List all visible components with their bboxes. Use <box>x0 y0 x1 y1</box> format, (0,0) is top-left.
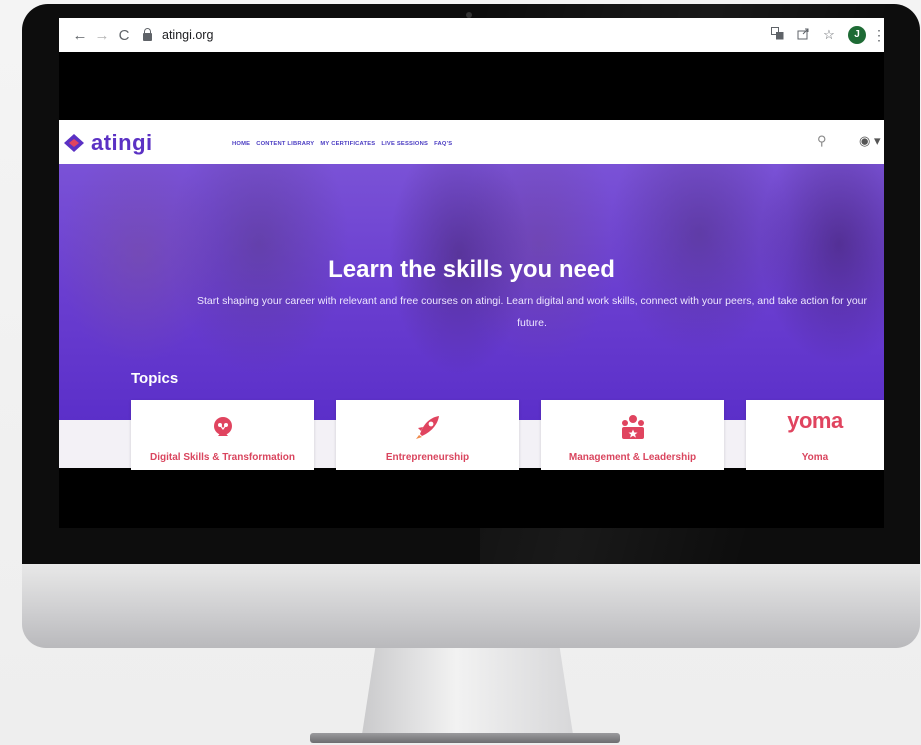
address-bar[interactable]: atingi.org <box>143 23 213 47</box>
topic-card-entrepreneurship[interactable]: Entrepreneurship <box>336 400 519 470</box>
nav-home[interactable]: HOME <box>232 141 250 147</box>
monitor-chin <box>22 564 920 648</box>
team-icon <box>541 414 724 445</box>
topics-heading: Topics <box>131 370 179 387</box>
monitor-stand-base <box>310 733 620 743</box>
monitor-stand <box>361 648 574 736</box>
screen-black-bottom <box>59 470 884 528</box>
rocket-icon <box>336 414 519 445</box>
site-nav: HOME CONTENT LIBRARY MY CERTIFICATES LIV… <box>232 141 452 147</box>
url-text: atingi.org <box>162 28 214 42</box>
forward-arrow-icon[interactable]: → <box>91 27 113 44</box>
monitor-screen: ← → C atingi.org ☆ J ⋮ atingi HOME CONTE… <box>59 18 884 528</box>
topic-card-digital-skills[interactable]: Digital Skills & Transformation <box>131 400 314 470</box>
bookmark-star-icon[interactable]: ☆ <box>816 27 842 43</box>
topic-card-label: Entrepreneurship <box>385 452 470 463</box>
nav-faqs[interactable]: FAQ'S <box>434 141 452 147</box>
search-icon[interactable]: ⚲ <box>817 133 827 149</box>
share-icon[interactable] <box>790 27 816 43</box>
browser-toolbar: ← → C atingi.org ☆ J ⋮ <box>59 18 884 52</box>
topic-card-label: Yoma <box>801 452 829 463</box>
logo-text: atingi <box>91 130 153 155</box>
profile-avatar[interactable]: J <box>848 26 866 44</box>
nav-live-sessions[interactable]: LIVE SESSIONS <box>381 141 428 147</box>
topic-card-management[interactable]: Management & Leadership <box>541 400 724 470</box>
translate-icon[interactable] <box>764 27 790 43</box>
language-globe-icon[interactable]: ◉ ▾ <box>859 133 880 149</box>
site-header: atingi HOME CONTENT LIBRARY MY CERTIFICA… <box>59 120 884 164</box>
browser-actions: ☆ J ⋮ <box>764 18 884 52</box>
yoma-logo: yoma <box>787 408 843 433</box>
topic-card-label: Digital Skills & Transformation <box>149 452 296 463</box>
lock-icon <box>143 28 152 41</box>
back-arrow-icon[interactable]: ← <box>69 27 91 44</box>
digital-skills-icon <box>131 414 314 445</box>
reload-icon[interactable]: C <box>113 27 135 44</box>
nav-content-library[interactable]: CONTENT LIBRARY <box>256 141 314 147</box>
hero-banner: Learn the skills you need Start shaping … <box>59 164 884 420</box>
browser-menu-icon[interactable]: ⋮ <box>872 27 884 44</box>
hero-title: Learn the skills you need <box>328 256 615 283</box>
topic-card-label: Management & Leadership <box>568 452 697 463</box>
atingi-logo-mark-icon <box>64 134 84 152</box>
hero-subtitle: Start shaping your career with relevant … <box>196 295 868 329</box>
atingi-logo[interactable]: atingi <box>63 130 153 156</box>
nav-my-certificates[interactable]: MY CERTIFICATES <box>320 141 375 147</box>
topic-card-yoma[interactable]: yoma Yoma <box>746 400 884 470</box>
